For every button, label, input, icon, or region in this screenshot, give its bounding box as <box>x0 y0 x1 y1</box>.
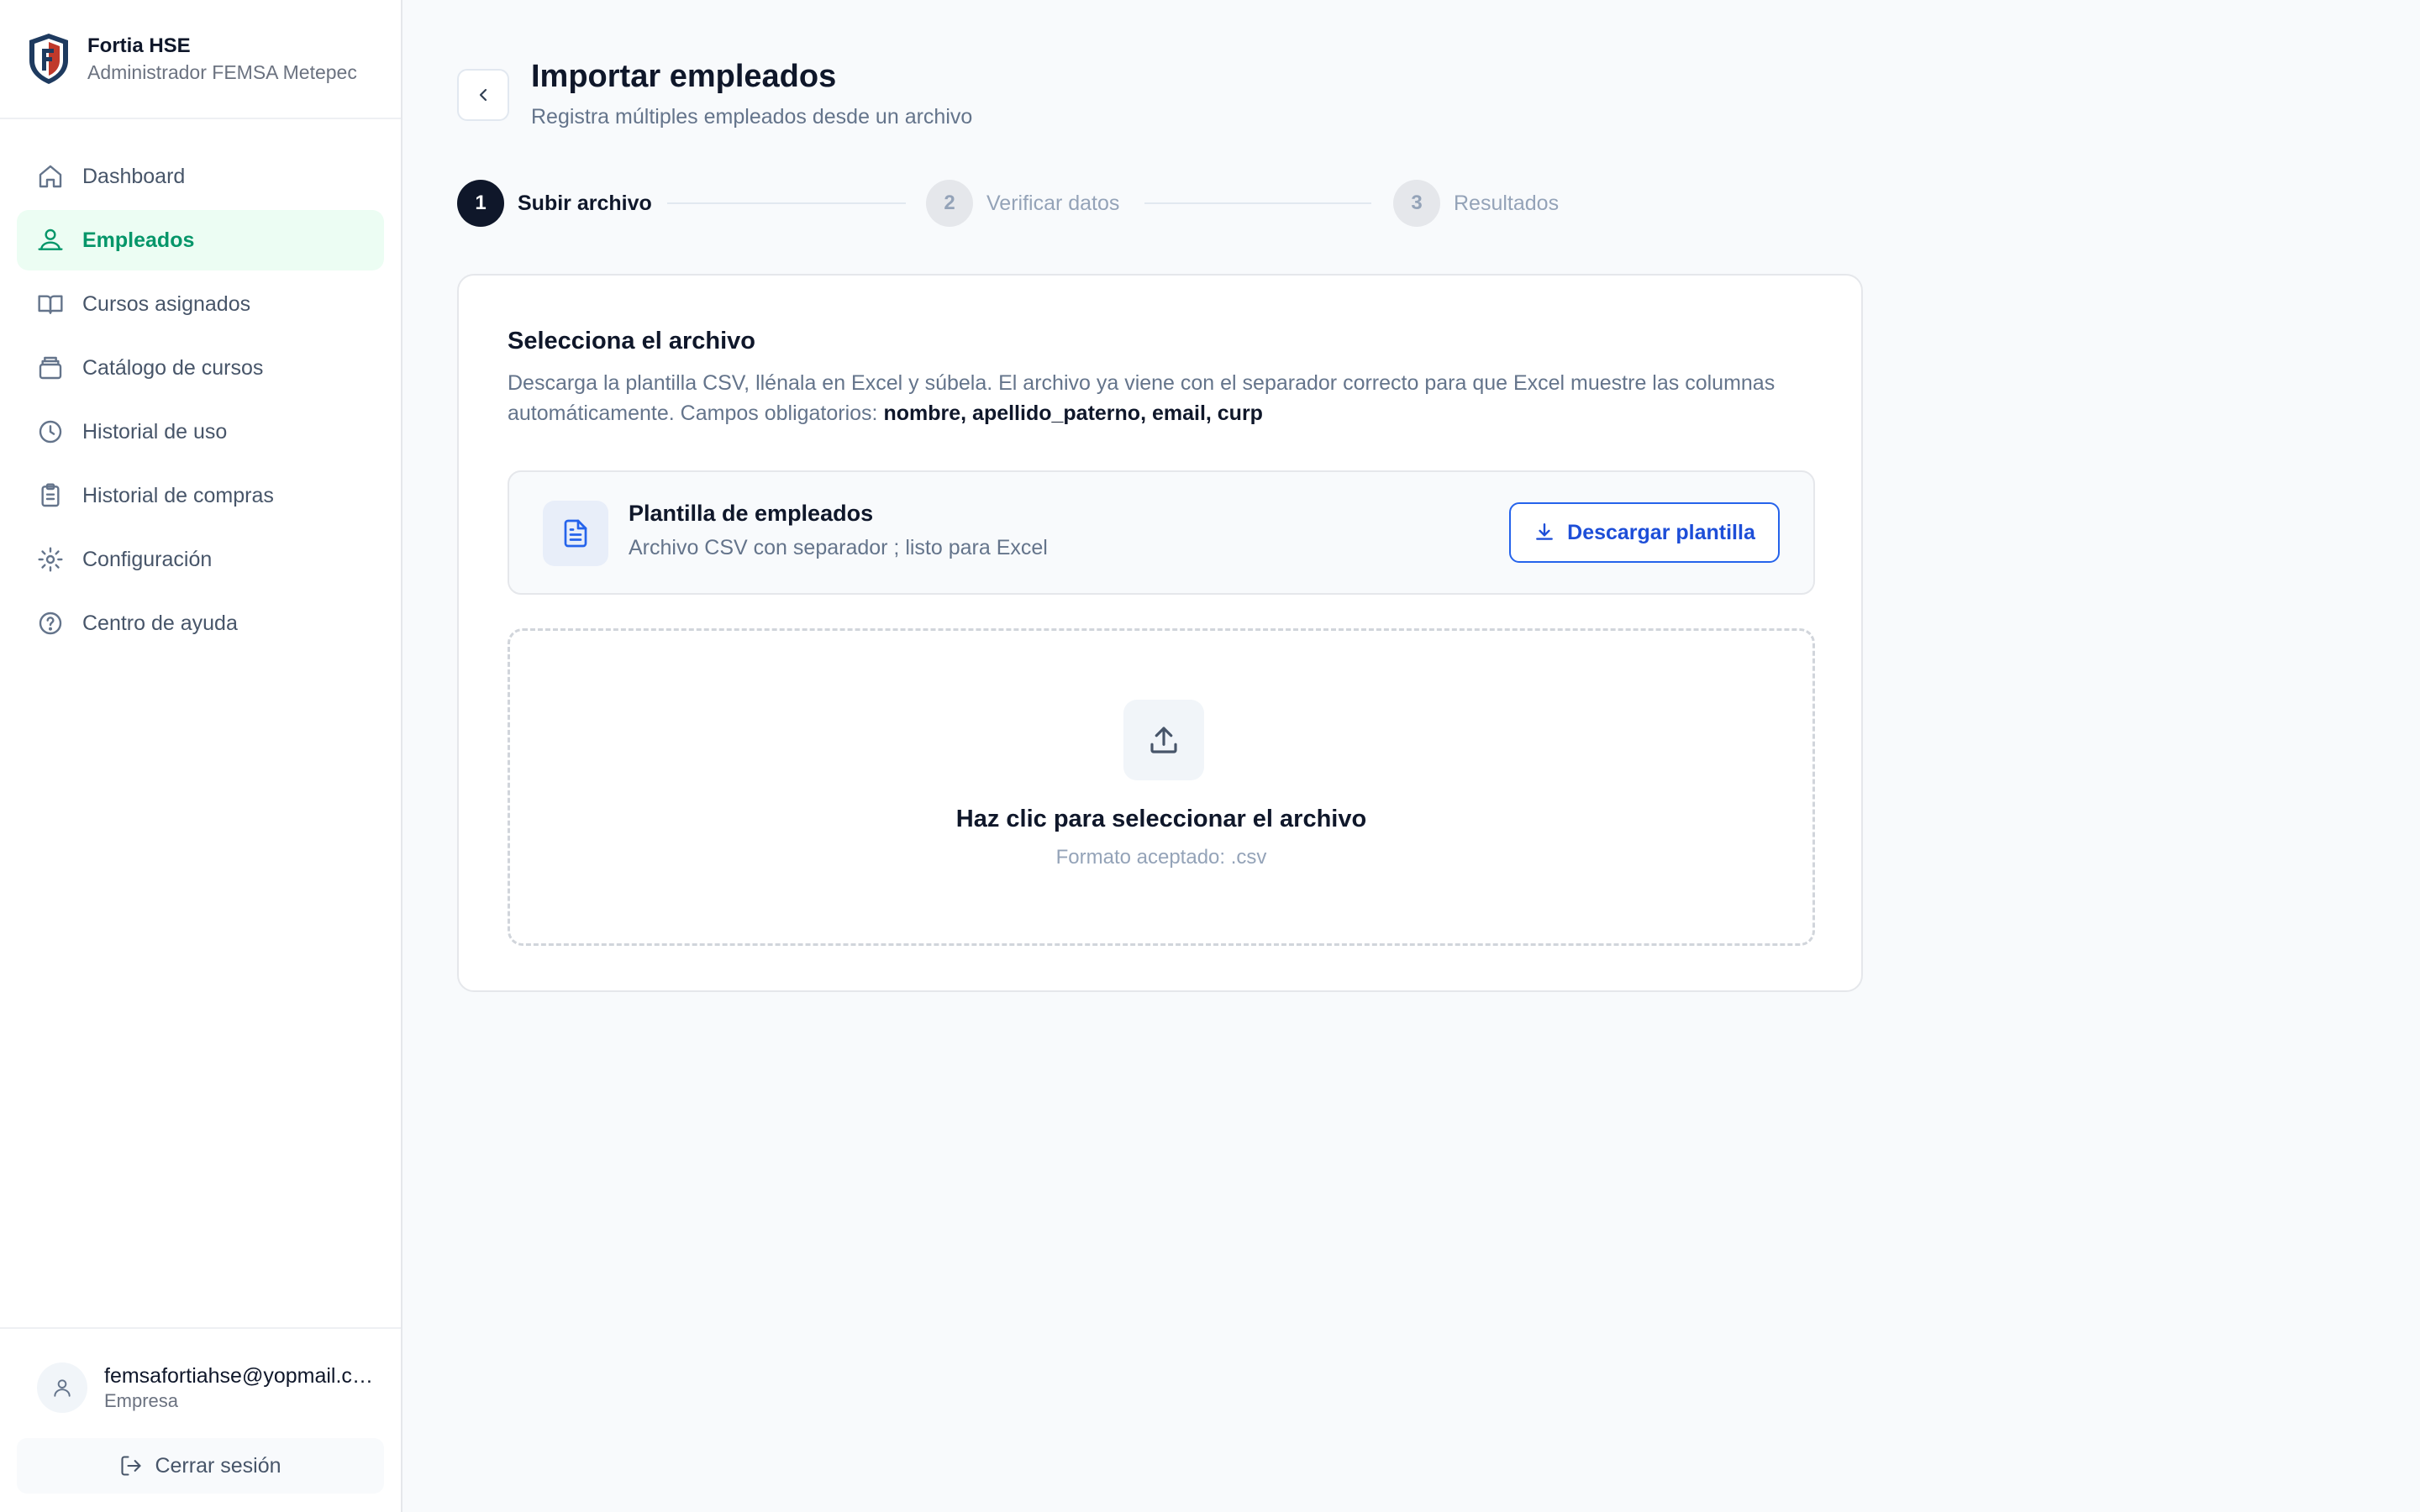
dropzone-title: Haz clic para seleccionar el archivo <box>955 806 1367 832</box>
logout-button[interactable]: Cerrar sesión <box>17 1438 384 1494</box>
sidebar: Fortia HSE Administrador FEMSA Metepec D… <box>0 0 402 1512</box>
template-subtitle: Archivo CSV con separador ; listo para E… <box>629 536 1048 559</box>
fortia-logo-icon <box>29 34 68 84</box>
chevron-left-icon <box>479 88 487 102</box>
card-description: Descarga la plantilla CSV, llénala en Ex… <box>508 368 1818 428</box>
file-icon-wrapper <box>543 501 608 566</box>
sidebar-item-cursos-asignados[interactable]: Cursos asignados <box>17 274 384 334</box>
sidebar-item-label: Catálogo de cursos <box>82 355 264 380</box>
logout-label: Cerrar sesión <box>155 1453 281 1478</box>
help-icon <box>39 612 62 635</box>
user-icon <box>54 1379 71 1397</box>
book-icon <box>38 295 63 314</box>
sidebar-nav: Dashboard Empleados Cursos asignados Cat… <box>0 119 401 654</box>
clock-icon <box>39 420 62 444</box>
card-title: Selecciona el archivo <box>508 328 755 354</box>
template-title: Plantilla de empleados <box>629 501 874 526</box>
dropzone-hint: Formato aceptado: .csv <box>1055 846 1267 869</box>
sidebar-item-historial-uso[interactable]: Historial de uso <box>17 402 384 462</box>
sidebar-item-label: Empleados <box>82 228 195 252</box>
file-dropzone[interactable]: Haz clic para seleccionar el archivo For… <box>508 628 1815 946</box>
brand-name: Fortia HSE <box>87 34 191 57</box>
sidebar-item-label: Historial de uso <box>82 419 228 444</box>
upload-card: Selecciona el archivo Descarga la planti… <box>457 274 1863 992</box>
sidebar-item-empleados[interactable]: Empleados <box>17 210 384 270</box>
logout-icon <box>121 1456 142 1476</box>
catalog-icon <box>39 356 62 380</box>
required-fields: nombre, apellido_paterno, email, curp <box>883 402 1263 425</box>
gear-icon <box>38 547 63 572</box>
upload-icon <box>1150 727 1177 753</box>
users-icon <box>38 228 63 250</box>
home-icon <box>39 165 62 188</box>
sidebar-item-catalogo[interactable]: Catálogo de cursos <box>17 338 384 398</box>
download-label: Descargar plantilla <box>1567 520 1755 544</box>
back-button[interactable] <box>457 69 509 121</box>
avatar <box>37 1362 87 1413</box>
sidebar-item-label: Configuración <box>82 547 213 571</box>
download-icon <box>1536 523 1553 540</box>
user-profile[interactable]: femsafortiahse@yopmail.com Empresa <box>17 1359 384 1416</box>
download-template-button[interactable]: Descargar plantilla <box>1509 502 1780 563</box>
template-panel: Plantilla de empleados Archivo CSV con s… <box>508 470 1815 595</box>
brand-subtitle: Administrador FEMSA Metepec <box>87 61 357 83</box>
sidebar-item-label: Historial de compras <box>82 483 274 507</box>
sidebar-item-dashboard[interactable]: Dashboard <box>17 146 384 207</box>
sidebar-item-label: Dashboard <box>82 164 186 188</box>
sidebar-item-ayuda[interactable]: Centro de ayuda <box>17 593 384 654</box>
sidebar-item-label: Cursos asignados <box>82 291 251 316</box>
sidebar-footer: femsafortiahse@yopmail.com Empresa Cerra… <box>0 1327 401 1512</box>
upload-icon-wrapper <box>1123 700 1204 780</box>
sidebar-item-historial-compras[interactable]: Historial de compras <box>17 465 384 526</box>
clipboard-icon <box>41 483 60 507</box>
user-role: Empresa <box>104 1390 179 1411</box>
user-email: femsafortiahse@yopmail.com <box>104 1364 373 1388</box>
file-icon <box>564 519 587 548</box>
brand-header: Fortia HSE Administrador FEMSA Metepec <box>0 0 401 119</box>
sidebar-item-label: Centro de ayuda <box>82 611 238 635</box>
sidebar-item-configuracion[interactable]: Configuración <box>17 529 384 590</box>
